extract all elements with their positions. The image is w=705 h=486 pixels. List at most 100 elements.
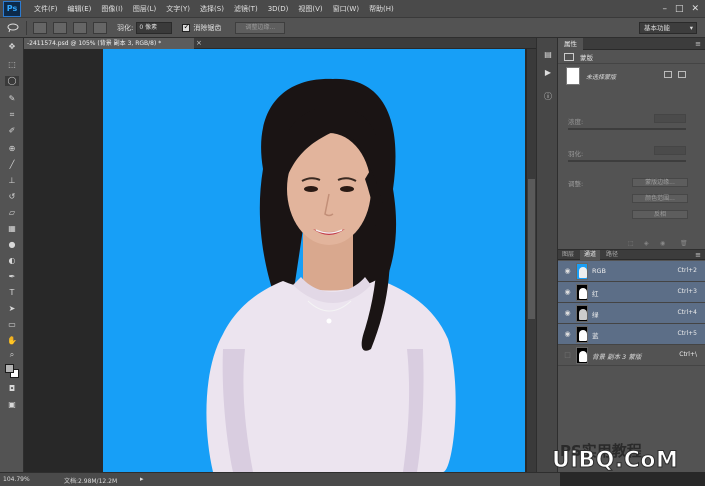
path-select-tool-icon[interactable]: ➤ <box>5 304 19 314</box>
screen-mode-icon[interactable]: ▣ <box>5 400 19 410</box>
pen-tool-icon[interactable]: ✒ <box>5 272 19 282</box>
density-field[interactable] <box>654 114 686 123</box>
channel-row-blue[interactable]: ◉ 蓝 Ctrl+5 <box>558 324 705 345</box>
eye-icon[interactable]: ◉ <box>563 288 572 297</box>
crop-tool-icon[interactable]: ⌗ <box>5 110 19 120</box>
type-tool-icon[interactable]: T <box>5 288 19 298</box>
menu-select[interactable]: 选择(S) <box>195 0 229 18</box>
move-tool-icon[interactable]: ✥ <box>5 42 19 52</box>
tab-paths[interactable]: 路径 <box>602 250 622 260</box>
channel-row-green[interactable]: ◉ 绿 Ctrl+4 <box>558 303 705 324</box>
history-brush-tool-icon[interactable]: ↺ <box>5 192 19 202</box>
apply-mask-icon[interactable]: ◈ <box>644 240 649 247</box>
minimize-button[interactable]: – <box>662 4 667 14</box>
quick-mask-icon[interactable]: ◘ <box>5 384 19 394</box>
mask-type-label: 蒙版 <box>580 53 593 62</box>
menu-3d[interactable]: 3D(D) <box>263 0 294 18</box>
eraser-tool-icon[interactable]: ▱ <box>5 208 19 218</box>
eye-icon[interactable]: ◉ <box>563 309 572 318</box>
mask-status-label: 未选择蒙版 <box>586 74 617 81</box>
density-slider[interactable] <box>568 128 686 130</box>
menu-bar: Ps 文件(F) 编辑(E) 图像(I) 图层(L) 文字(Y) 选择(S) 滤… <box>0 0 705 18</box>
workspace-select[interactable]: 基本功能 <box>639 22 697 34</box>
properties-menu-icon[interactable]: ≡ <box>695 38 701 50</box>
menu-edit[interactable]: 编辑(E) <box>63 0 97 18</box>
lasso-tool-preset-icon[interactable] <box>6 22 20 34</box>
document-canvas[interactable] <box>103 49 525 472</box>
dodge-tool-icon[interactable]: ◐ <box>5 256 19 266</box>
tab-layers[interactable]: 图层 <box>558 250 578 260</box>
add-selection-icon[interactable] <box>53 21 67 34</box>
feather-field[interactable] <box>654 146 686 155</box>
menu-view[interactable]: 视图(V) <box>293 0 327 18</box>
mask-thumbnail-row: 未选择蒙版 <box>558 64 705 88</box>
zoom-level[interactable]: 104.79% <box>3 476 30 483</box>
document-tab[interactable]: -2411574.psd @ 105% (背景 副本 3, RGB/8) * <box>24 38 194 49</box>
close-window-button[interactable]: ✕ <box>691 4 699 14</box>
maximize-button[interactable]: □ <box>675 4 684 14</box>
quick-select-tool-icon[interactable]: ✎ <box>5 94 19 104</box>
marquee-tool-icon[interactable]: ⬚ <box>5 60 19 70</box>
feather-slider[interactable] <box>568 160 686 162</box>
vertical-scroll-thumb[interactable] <box>528 179 535 319</box>
panel-dock: ▤ ▶ ⓘ <box>536 38 558 472</box>
channel-name: RGB <box>592 267 607 275</box>
channel-row-mask[interactable]: □ 背景 副本 3 蒙版 Ctrl+\ <box>558 345 705 366</box>
channels-menu-icon[interactable]: ≡ <box>695 250 701 260</box>
delete-mask-icon[interactable]: 🗑 <box>680 240 688 247</box>
channel-thumbnail <box>576 347 588 364</box>
history-panel-icon[interactable]: ▤ <box>542 50 554 60</box>
menu-image[interactable]: 图像(I) <box>96 0 128 18</box>
watermark: PS实用教程 UiBQ.CoM <box>551 436 702 476</box>
vertical-scrollbar[interactable] <box>527 49 536 472</box>
healing-brush-tool-icon[interactable]: ⊕ <box>5 144 19 154</box>
foreground-color-swatch[interactable] <box>5 364 14 373</box>
portrait-image <box>206 78 456 472</box>
info-panel-icon[interactable]: ⓘ <box>542 92 554 102</box>
actions-panel-icon[interactable]: ▶ <box>542 68 554 78</box>
blur-tool-icon[interactable]: ● <box>5 240 19 250</box>
new-selection-icon[interactable] <box>33 21 47 34</box>
status-bar: 104.79% 文档:2.98M/12.2M ▸ <box>0 472 560 486</box>
window-controls: – □ ✕ <box>662 0 705 18</box>
feather-input[interactable]: 0 像素 <box>136 21 173 34</box>
tab-channels[interactable]: 通道 <box>580 250 601 260</box>
feather-prop-label: 羽化: <box>568 150 584 158</box>
clone-stamp-tool-icon[interactable]: ⊥ <box>5 176 19 186</box>
refine-edge-button[interactable]: 调整边缘... <box>235 21 286 34</box>
tab-properties[interactable]: 属性 <box>558 38 583 50</box>
channel-row-rgb[interactable]: ◉ RGB Ctrl+2 <box>558 261 705 282</box>
close-document-icon[interactable]: × <box>196 38 202 49</box>
hand-tool-icon[interactable]: ✋ <box>5 336 19 346</box>
vector-mask-icon[interactable] <box>678 71 686 78</box>
visibility-box-icon[interactable]: □ <box>563 351 572 360</box>
intersect-selection-icon[interactable] <box>93 21 107 34</box>
toggle-mask-icon[interactable]: ◉ <box>660 240 665 247</box>
menu-type[interactable]: 文字(Y) <box>161 0 195 18</box>
status-menu-arrow-icon[interactable]: ▸ <box>140 475 144 483</box>
channel-row-red[interactable]: ◉ 红 Ctrl+3 <box>558 282 705 303</box>
brush-tool-icon[interactable]: ╱ <box>5 160 19 170</box>
eye-icon[interactable]: ◉ <box>563 330 572 339</box>
lasso-tool-icon[interactable]: ◯ <box>5 76 19 86</box>
color-range-button[interactable]: 颜色范围... <box>632 194 688 203</box>
load-selection-icon[interactable]: ⬚ <box>628 240 634 247</box>
menu-layer[interactable]: 图层(L) <box>128 0 161 18</box>
pixel-mask-icon[interactable] <box>664 71 672 78</box>
antialias-checkbox[interactable] <box>182 22 191 32</box>
invert-button[interactable]: 反相 <box>632 210 688 219</box>
eye-icon[interactable]: ◉ <box>563 267 572 276</box>
gradient-tool-icon[interactable]: ▦ <box>5 224 19 234</box>
menu-filter[interactable]: 滤镜(T) <box>229 0 263 18</box>
channel-thumbnail <box>576 305 588 322</box>
mask-edge-button[interactable]: 蒙版边缘... <box>632 178 688 187</box>
photoshop-logo: Ps <box>3 0 21 17</box>
zoom-tool-icon[interactable]: ⌕ <box>5 350 19 360</box>
shape-tool-icon[interactable]: ▭ <box>5 320 19 330</box>
subtract-selection-icon[interactable] <box>73 21 87 34</box>
menu-file[interactable]: 文件(F) <box>29 0 63 18</box>
menu-window[interactable]: 窗口(W) <box>328 0 364 18</box>
menu-help[interactable]: 帮助(H) <box>364 0 399 18</box>
canvas-area[interactable] <box>24 49 536 472</box>
eyedropper-tool-icon[interactable]: ✐ <box>5 126 19 136</box>
